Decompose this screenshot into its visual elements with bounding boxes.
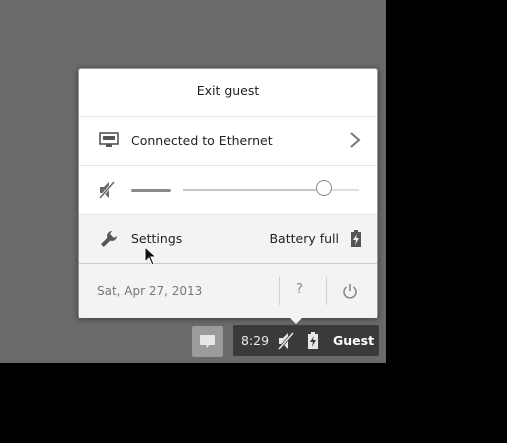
volume-slider-fill	[183, 189, 324, 191]
volume-muted-icon	[278, 332, 294, 350]
chevron-right-icon[interactable]	[349, 132, 361, 148]
status-area[interactable]: 8:29 Guest	[233, 325, 379, 356]
system-tray-bubble: Exit guest Connected to Ethernet Setting…	[78, 68, 378, 318]
help-icon[interactable]: ?	[296, 282, 303, 297]
volume-slider-thumb[interactable]	[315, 180, 332, 196]
mouse-cursor-icon	[144, 246, 158, 266]
settings-label: Settings	[131, 231, 183, 246]
battery-icon	[351, 230, 361, 247]
network-row[interactable]: Connected to Ethernet	[79, 117, 377, 166]
battery-icon	[308, 332, 318, 349]
bubble-arrow	[288, 316, 304, 324]
volume-row	[79, 166, 377, 215]
exit-guest-button[interactable]: Exit guest	[197, 83, 260, 98]
power-icon[interactable]	[342, 283, 358, 299]
user-label: Guest	[333, 333, 375, 348]
footer-divider	[279, 277, 280, 305]
volume-muted-icon[interactable]	[99, 181, 115, 199]
clock-label: 8:29	[241, 333, 270, 348]
wrench-icon	[101, 231, 117, 247]
footer-row: Sat, Apr 27, 2013 ?	[79, 264, 377, 318]
volume-slider[interactable]	[183, 189, 359, 191]
footer-divider	[326, 277, 327, 305]
speech-bubble-icon	[200, 335, 215, 348]
notification-button[interactable]	[192, 326, 223, 357]
battery-status-label: Battery full	[269, 231, 339, 246]
exit-guest-row[interactable]: Exit guest	[79, 69, 377, 117]
date-label[interactable]: Sat, Apr 27, 2013	[97, 284, 202, 298]
ethernet-icon	[99, 132, 119, 147]
settings-row[interactable]: Settings Battery full	[79, 215, 377, 264]
network-label: Connected to Ethernet	[131, 133, 273, 148]
volume-muted-bar	[131, 189, 171, 192]
